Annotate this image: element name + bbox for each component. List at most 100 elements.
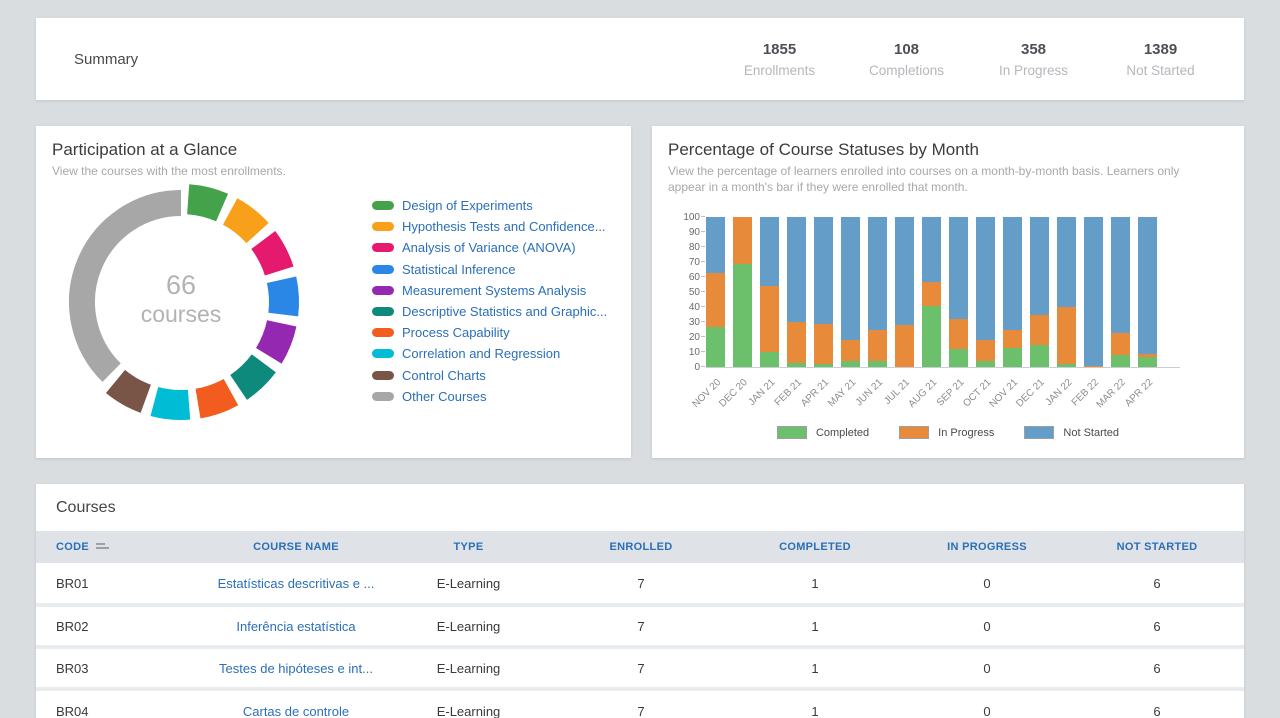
participation-legend-item[interactable]: Measurement Systems Analysis — [372, 284, 607, 297]
bar-segment-in-progress — [706, 273, 725, 327]
bar-segment-completed — [841, 361, 860, 367]
donut-segment — [198, 392, 231, 404]
summary-stat: 108Completions — [843, 41, 970, 78]
sort-icon — [96, 543, 109, 551]
cell-code: BR04 — [36, 689, 211, 718]
participation-legend-item[interactable]: Descriptive Statistics and Graphic... — [372, 305, 607, 318]
bar-column — [787, 217, 806, 367]
legend-swatch — [372, 286, 394, 295]
stat-label: Enrollments — [716, 63, 843, 78]
bar-column — [949, 217, 968, 367]
bar-segment-in-progress — [922, 282, 941, 306]
bar-segment-in-progress — [895, 325, 914, 367]
course-name-link[interactable]: Estatísticas descritivas e ... — [211, 563, 381, 605]
legend-swatch — [372, 328, 394, 337]
legend-label: Process Capability — [402, 325, 510, 340]
summary-stat: 1855Enrollments — [716, 41, 843, 78]
bar-segment-not-started — [1084, 217, 1103, 366]
summary-stat: 358In Progress — [970, 41, 1097, 78]
donut-center-value: 66 — [101, 269, 261, 301]
y-axis-tick-label: 50 — [670, 287, 700, 298]
course-name-link[interactable]: Cartas de controle — [211, 689, 381, 718]
bar-segment-not-started — [1111, 217, 1130, 333]
participation-legend-item[interactable]: Statistical Inference — [372, 263, 607, 276]
stacked-bar-chart: 0102030405060708090100 — [706, 218, 1180, 368]
x-axis-label: MAY 21 — [826, 377, 858, 409]
bar-segment-not-started — [787, 217, 806, 322]
bar-legend-item: Completed — [777, 426, 869, 439]
participation-legend-item[interactable]: Process Capability — [372, 326, 607, 339]
bar-column — [760, 217, 779, 367]
course-name-link[interactable]: Testes de hipóteses e int... — [211, 647, 381, 689]
bar-segment-not-started — [1057, 217, 1076, 307]
cell-type: E-Learning — [381, 605, 556, 647]
donut-segment — [282, 280, 284, 315]
participation-legend-item[interactable]: Analysis of Variance (ANOVA) — [372, 241, 607, 254]
legend-label: Measurement Systems Analysis — [402, 283, 586, 298]
participation-legend-item[interactable]: Design of Experiments — [372, 199, 607, 212]
bar-segment-completed — [922, 306, 941, 368]
cell-in-progress: 0 — [904, 563, 1070, 605]
legend-swatch — [1024, 426, 1054, 439]
legend-swatch — [372, 243, 394, 252]
x-axis-label: DEC 21 — [1015, 377, 1048, 410]
participation-legend-item[interactable]: Other Courses — [372, 390, 607, 403]
donut-segment — [115, 381, 145, 398]
legend-label: Not Started — [1063, 427, 1119, 439]
y-axis-tick-label: 60 — [670, 272, 700, 283]
bar-segment-in-progress — [949, 319, 968, 349]
column-header-code[interactable]: CODE — [36, 531, 211, 563]
summary-stat: 1389Not Started — [1097, 41, 1224, 78]
bar-segment-completed — [976, 361, 995, 367]
y-axis-tick — [701, 231, 705, 232]
x-axis-label: JUN 21 — [854, 377, 885, 408]
column-header-not-started[interactable]: NOT STARTED — [1070, 531, 1244, 563]
x-axis-label: AUG 21 — [906, 377, 939, 410]
x-axis-label: APR 21 — [799, 377, 831, 409]
y-axis-tick — [701, 306, 705, 307]
bar-segment-not-started — [814, 217, 833, 324]
x-axis-label: OCT 21 — [961, 377, 993, 409]
bar-segment-in-progress — [1030, 315, 1049, 345]
cell-not-started: 6 — [1070, 563, 1244, 605]
participation-legend-item[interactable]: Hypothesis Tests and Confidence... — [372, 220, 607, 233]
bar-segment-completed — [1057, 364, 1076, 367]
x-axis-label: DEC 20 — [718, 377, 751, 410]
bar-segment-not-started — [895, 217, 914, 325]
y-axis-tick-label: 40 — [670, 302, 700, 313]
bar-segment-in-progress — [1057, 307, 1076, 364]
bar-legend-item: In Progress — [899, 426, 994, 439]
y-axis-tick-label: 10 — [670, 347, 700, 358]
bar-segment-not-started — [976, 217, 995, 340]
column-header-completed[interactable]: COMPLETED — [726, 531, 904, 563]
bar-segment-in-progress — [760, 286, 779, 352]
bar-column — [1138, 217, 1157, 367]
courses-table: CODECOURSE NAMETYPEENROLLEDCOMPLETEDIN P… — [36, 531, 1244, 718]
donut-center-text: 66 courses — [101, 269, 261, 329]
legend-label: Hypothesis Tests and Confidence... — [402, 219, 606, 234]
bar-segment-not-started — [922, 217, 941, 282]
legend-label: Correlation and Regression — [402, 346, 560, 361]
column-header-in-progress[interactable]: IN PROGRESS — [904, 531, 1070, 563]
cell-in-progress: 0 — [904, 689, 1070, 718]
course-name-link[interactable]: Inferência estatística — [211, 605, 381, 647]
column-header-enrolled[interactable]: ENROLLED — [556, 531, 726, 563]
x-axis-label: JAN 21 — [746, 377, 777, 408]
column-header-type[interactable]: TYPE — [381, 531, 556, 563]
y-axis-tick — [701, 351, 705, 352]
column-header-course-name[interactable]: COURSE NAME — [211, 531, 381, 563]
y-axis-tick-label: 100 — [670, 212, 700, 223]
participation-legend-item[interactable]: Control Charts — [372, 369, 607, 382]
y-axis-tick-label: 80 — [670, 242, 700, 253]
participation-legend-item[interactable]: Correlation and Regression — [372, 347, 607, 360]
bar-legend-item: Not Started — [1024, 426, 1119, 439]
table-row: BR04Cartas de controleE-Learning7106 — [36, 689, 1244, 718]
legend-swatch — [372, 265, 394, 274]
legend-swatch — [372, 222, 394, 231]
summary-title: Summary — [56, 51, 138, 68]
x-axis-label: SEP 21 — [935, 377, 967, 409]
cell-not-started: 6 — [1070, 689, 1244, 718]
cell-not-started: 6 — [1070, 605, 1244, 647]
bar-column — [814, 217, 833, 367]
stat-label: In Progress — [970, 63, 1097, 78]
